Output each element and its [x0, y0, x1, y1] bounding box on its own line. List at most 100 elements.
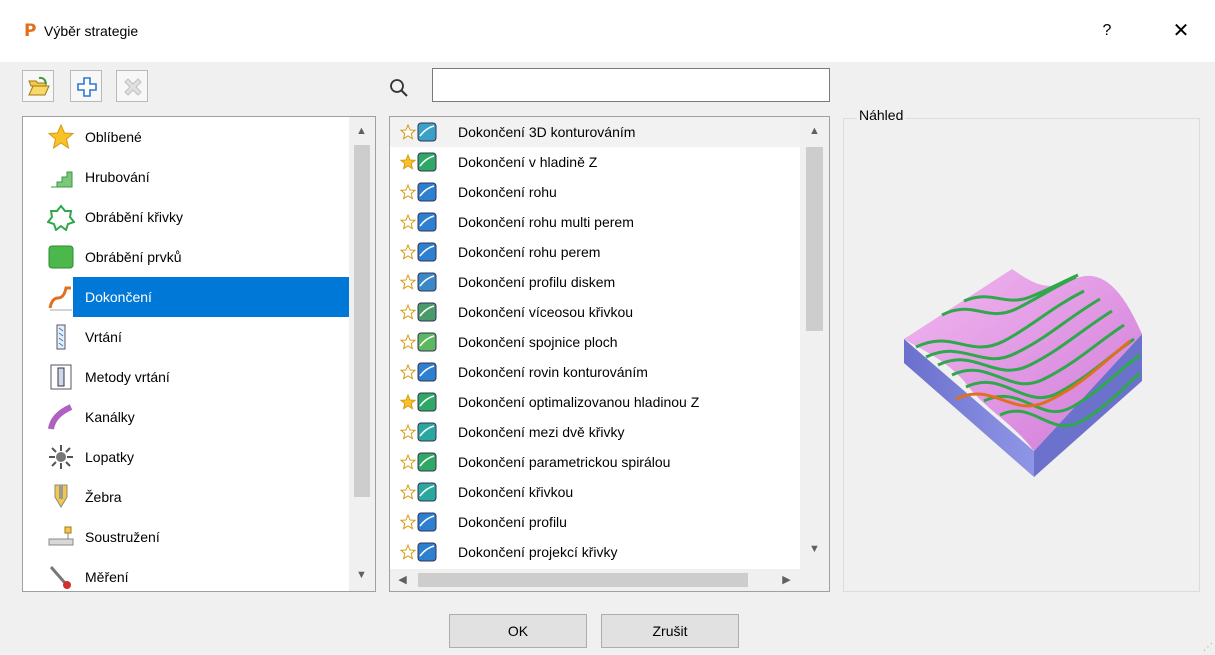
- category-item[interactable]: Kanálky: [23, 397, 349, 437]
- strategy-label: Dokončení spojnice ploch: [458, 334, 618, 350]
- star-outline-icon[interactable]: [399, 453, 417, 470]
- title-bar: P Výběr strategie ? ✕: [0, 0, 1215, 62]
- star-outline-icon[interactable]: [399, 513, 417, 530]
- strategy-item[interactable]: Dokončení víceosou křivkou: [390, 297, 800, 327]
- star-outline-icon[interactable]: [399, 303, 417, 320]
- category-item[interactable]: Metody vrtání: [23, 357, 349, 397]
- preview-label: Náhled: [857, 107, 906, 123]
- app-logo-icon: P: [24, 21, 37, 41]
- favorite-star-icon[interactable]: [399, 153, 417, 170]
- strategy-item[interactable]: Dokončení 3D konturováním: [390, 117, 800, 147]
- star-outline-icon[interactable]: [399, 243, 417, 260]
- star-outline-icon[interactable]: [399, 363, 417, 380]
- strategy-item[interactable]: Dokončení rohu perem: [390, 237, 800, 267]
- strategy-hscrollbar[interactable]: ◀ ▶: [390, 569, 800, 591]
- category-label: Měření: [85, 569, 129, 585]
- favorite-star-icon[interactable]: [399, 393, 417, 410]
- strategy-icon: [416, 151, 438, 173]
- strategy-item[interactable]: Dokončení mezi dvě křivky: [390, 417, 800, 447]
- strategy-label: Dokončení křivkou: [458, 484, 574, 500]
- delete-icon: [124, 78, 142, 96]
- drill-icon: [47, 323, 75, 351]
- preview-panel: [843, 118, 1200, 592]
- category-label: Metody vrtání: [85, 369, 170, 385]
- feature-icon: [47, 243, 75, 271]
- port-icon: [47, 403, 75, 431]
- star-outline-icon[interactable]: [399, 123, 417, 140]
- strategy-label: Dokončení profilu: [458, 514, 567, 530]
- scroll-left-icon[interactable]: ◀: [394, 573, 411, 586]
- category-item[interactable]: Žebra: [23, 477, 349, 517]
- strategy-item[interactable]: Dokončení spojnice ploch: [390, 327, 800, 357]
- category-label: Obrábění křivky: [85, 209, 184, 225]
- scroll-thumb[interactable]: [354, 145, 370, 497]
- strategy-item[interactable]: Dokončení parametrickou spirálou: [390, 447, 800, 477]
- strategy-item[interactable]: Dokončení v hladině Z: [390, 147, 800, 177]
- strategy-icon: [416, 541, 438, 563]
- scroll-right-icon[interactable]: ▶: [778, 573, 795, 586]
- category-item[interactable]: Hrubování: [23, 157, 349, 197]
- strategy-item[interactable]: Dokončení křivkou: [390, 477, 800, 507]
- category-item[interactable]: Měření: [23, 557, 349, 591]
- strategy-icon: [416, 331, 438, 353]
- open-folder-icon: [28, 76, 50, 96]
- cancel-button[interactable]: Zrušit: [601, 614, 739, 648]
- strategy-item[interactable]: Dokončení profilu: [390, 507, 800, 537]
- star-icon: [47, 123, 75, 151]
- strategy-list[interactable]: Dokončení 3D konturováním Dokončení v hla…: [389, 116, 830, 592]
- category-item[interactable]: Oblíbené: [23, 117, 349, 157]
- star-outline-icon[interactable]: [399, 423, 417, 440]
- delete-button[interactable]: [116, 70, 148, 102]
- category-scrollbar[interactable]: ▲ ▼: [349, 117, 375, 591]
- strategy-icon: [416, 271, 438, 293]
- strategy-item[interactable]: Dokončení rovin konturováním: [390, 357, 800, 387]
- scroll-thumb[interactable]: [418, 573, 748, 587]
- category-label: Žebra: [85, 489, 122, 505]
- strategy-label: Dokončení profilu diskem: [458, 274, 616, 290]
- resize-grip-icon[interactable]: ⋰: [1203, 642, 1213, 653]
- strategy-item[interactable]: Dokončení rohu: [390, 177, 800, 207]
- ok-button[interactable]: OK: [449, 614, 587, 648]
- strategy-vscrollbar[interactable]: ▲ ▼: [800, 117, 829, 569]
- blade-icon: [47, 443, 75, 471]
- rib-icon: [47, 483, 75, 511]
- roughing-icon: [47, 163, 75, 191]
- turning-icon: [47, 523, 75, 551]
- category-item[interactable]: Dokončení: [23, 277, 349, 317]
- strategy-icon: [416, 301, 438, 323]
- category-item[interactable]: Soustružení: [23, 517, 349, 557]
- star-outline-icon[interactable]: [399, 333, 417, 350]
- strategy-item[interactable]: Dokončení optimalizovanou hladinou Z: [390, 387, 800, 417]
- scroll-down-icon[interactable]: ▼: [806, 543, 823, 555]
- strategy-icon: [416, 121, 438, 143]
- category-item[interactable]: Obrábění křivky: [23, 197, 349, 237]
- search-input[interactable]: [432, 68, 830, 102]
- category-list[interactable]: Oblíbené Hrubování Obrábění křivky Obrábění…: [22, 116, 376, 592]
- star-outline-icon[interactable]: [399, 483, 417, 500]
- add-button[interactable]: [70, 70, 102, 102]
- strategy-item[interactable]: Dokončení profilu diskem: [390, 267, 800, 297]
- strategy-icon: [416, 211, 438, 233]
- help-button[interactable]: ?: [1092, 18, 1122, 44]
- strategy-icon: [416, 421, 438, 443]
- star-outline-icon[interactable]: [399, 213, 417, 230]
- category-item[interactable]: Vrtání: [23, 317, 349, 357]
- scroll-thumb[interactable]: [806, 147, 823, 331]
- scroll-up-icon[interactable]: ▲: [353, 125, 370, 137]
- category-label: Soustružení: [85, 529, 160, 545]
- scroll-up-icon[interactable]: ▲: [806, 125, 823, 137]
- star-outline-icon[interactable]: [399, 543, 417, 560]
- strategy-label: Dokončení rohu multi perem: [458, 214, 634, 230]
- category-label: Obrábění prvků: [85, 249, 182, 265]
- curve-icon: [46, 203, 76, 232]
- open-folder-button[interactable]: [22, 70, 54, 102]
- category-item[interactable]: Obrábění prvků: [23, 237, 349, 277]
- strategy-item[interactable]: Dokončení rohu multi perem: [390, 207, 800, 237]
- star-outline-icon[interactable]: [399, 273, 417, 290]
- scroll-down-icon[interactable]: ▼: [353, 569, 370, 581]
- category-item[interactable]: Lopatky: [23, 437, 349, 477]
- drill-methods-icon: [47, 363, 75, 391]
- star-outline-icon[interactable]: [399, 183, 417, 200]
- strategy-item[interactable]: Dokončení projekcí křivky: [390, 537, 800, 567]
- close-button[interactable]: ✕: [1166, 18, 1196, 44]
